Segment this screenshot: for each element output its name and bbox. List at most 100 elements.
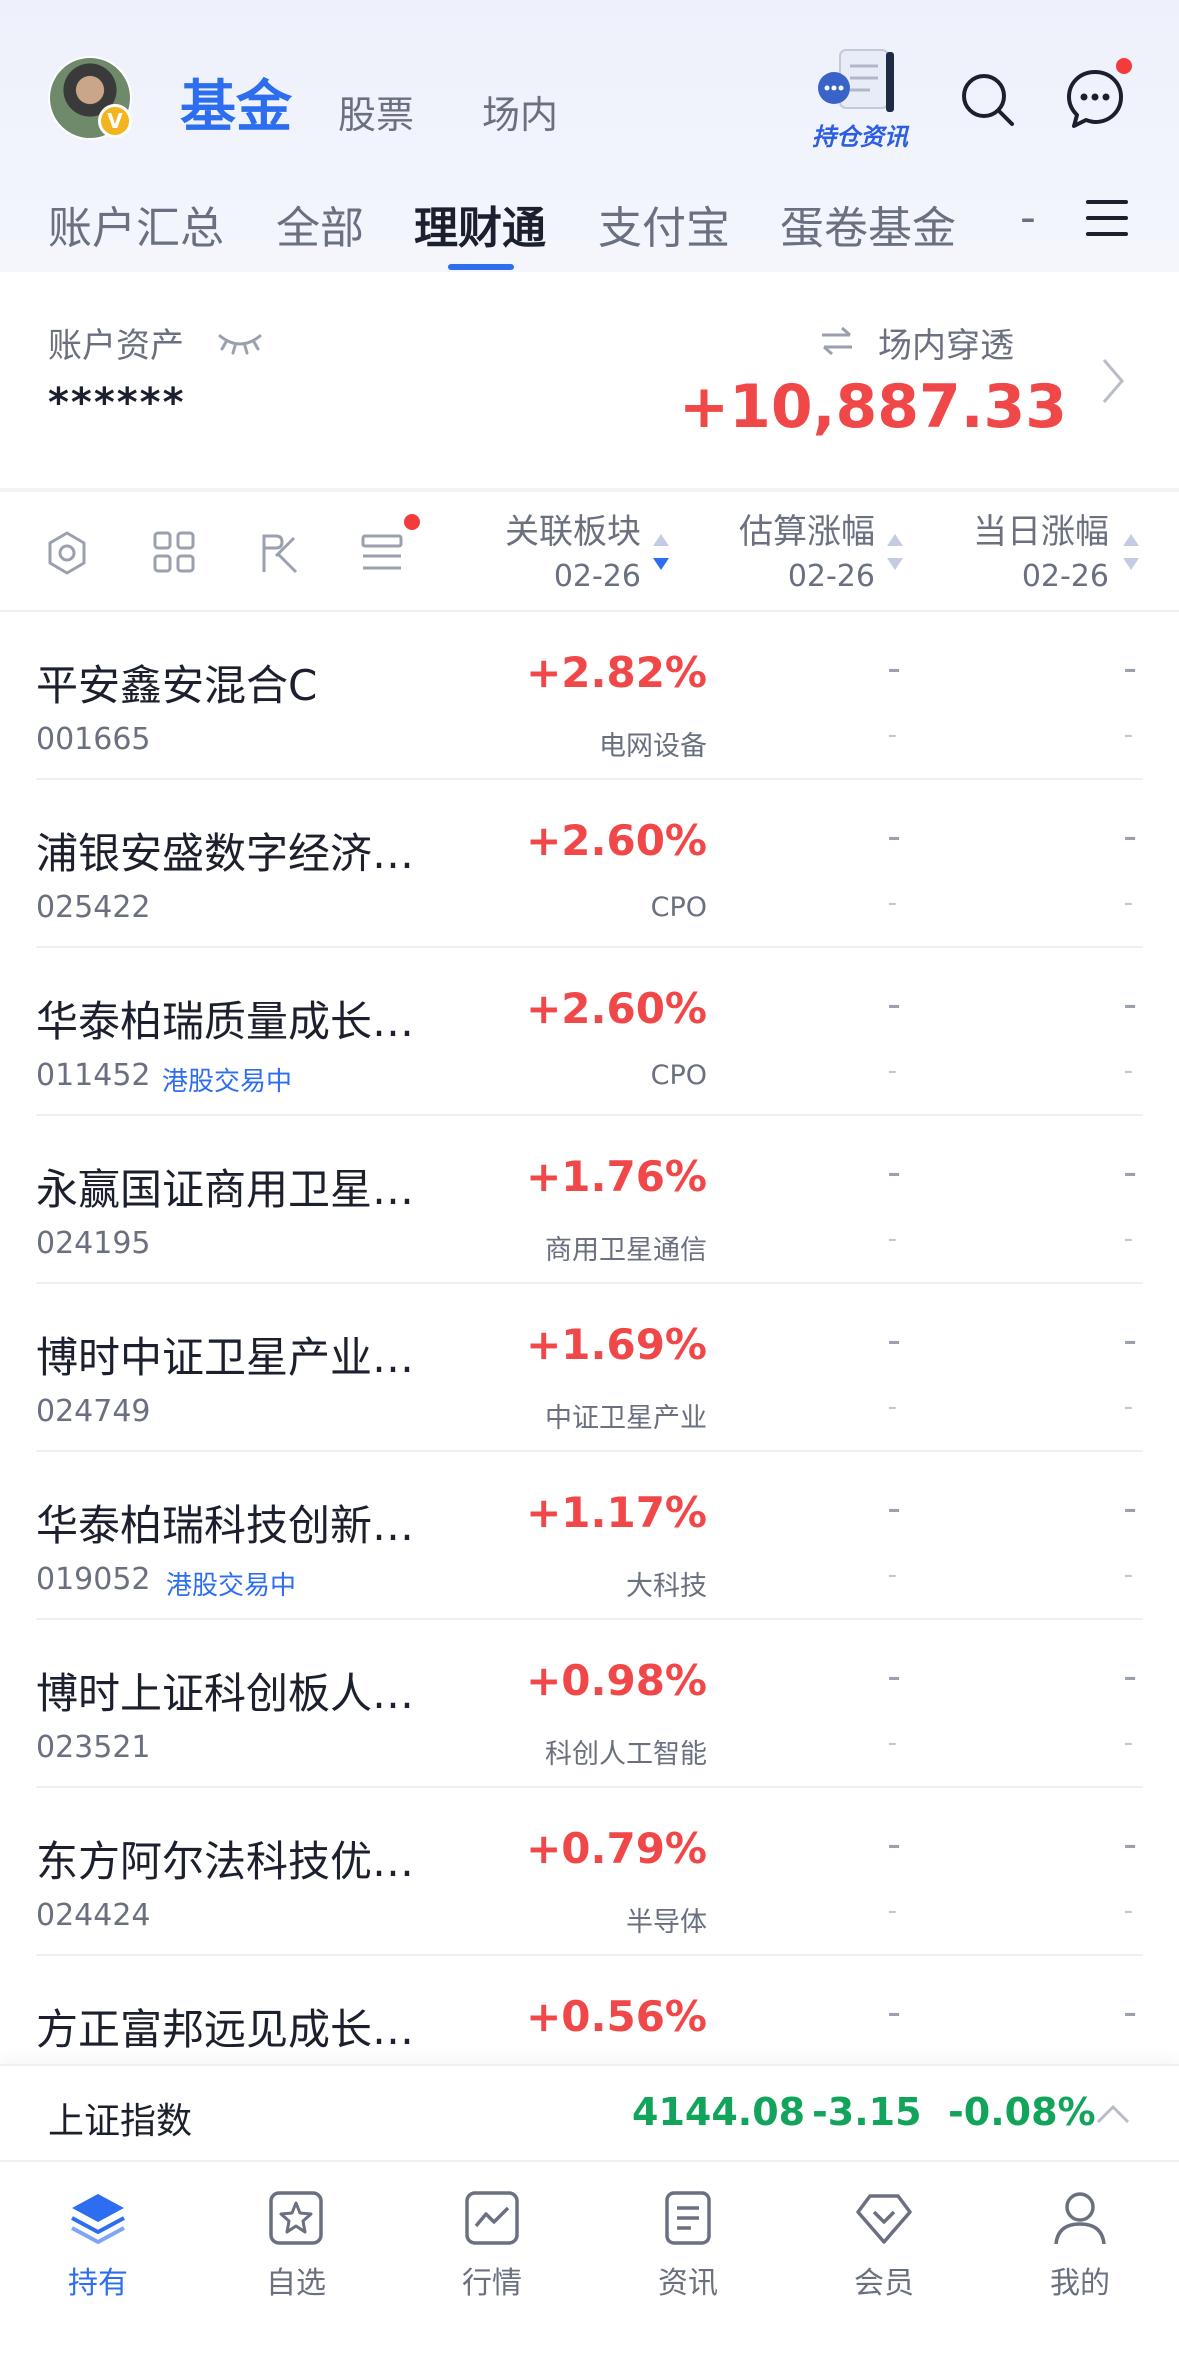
hk-trading-tag: 港股交易中 <box>166 1571 297 1601</box>
subtab-all[interactable]: 全部 <box>276 192 364 256</box>
menu-icon <box>1086 200 1128 236</box>
bottom-nav: 持有 自选 行情 资讯 会员 我的 <box>0 2160 1179 2353</box>
chevron-up-icon[interactable] <box>1094 2102 1132 2126</box>
nav-label: 自选 <box>266 2266 326 2301</box>
estimate-change: - <box>887 814 901 858</box>
daily-sub: - <box>1123 1392 1133 1422</box>
fund-code: 011452 <box>36 1058 151 1093</box>
fund-name: 博时中证卫星产业… <box>36 1333 415 1382</box>
estimate-change: - <box>887 1990 901 2034</box>
daily-change: - <box>1123 1486 1137 1530</box>
holding-news-icon <box>818 49 894 112</box>
estimate-sub: - <box>887 1056 897 1086</box>
table-row[interactable]: 浦银安盛数字经济… 025422 +2.60% CPO - - - - <box>36 780 1143 948</box>
nav-news[interactable]: 资讯 <box>618 2190 758 2302</box>
chart-icon <box>465 2191 519 2245</box>
daily-change: - <box>1123 1990 1137 2034</box>
asset-label: 账户资产 <box>48 326 184 366</box>
table-row[interactable]: 华泰柏瑞科技创新… 019052 港股交易中 +1.17% 大科技 - - - … <box>36 1452 1143 1620</box>
market-index-bar[interactable]: 上证指数 4144.08 -3.15 -0.08% <box>0 2064 1179 2160</box>
daily-change: - <box>1123 1822 1137 1866</box>
daily-sub: - <box>1123 888 1133 918</box>
daily-change: - <box>1123 1654 1137 1698</box>
subtab-licaitong[interactable]: 理财通 <box>414 192 546 256</box>
fund-name: 浦银安盛数字经济… <box>36 829 415 878</box>
sort-icon[interactable] <box>1122 532 1140 572</box>
fund-name: 华泰柏瑞质量成长… <box>36 997 415 1046</box>
nav-profile[interactable]: 我的 <box>1010 2190 1150 2302</box>
table-row[interactable]: 博时中证卫星产业… 024749 +1.69% 中证卫星产业 - - - - <box>36 1284 1143 1452</box>
sector-name: 科创人工智能 <box>545 1739 707 1770</box>
table-row[interactable]: 东方阿尔法科技优… 024424 +0.79% 半导体 - - - - <box>36 1788 1143 1956</box>
sector-change: +2.60% <box>526 984 707 1033</box>
daily-change: - <box>1123 982 1137 1026</box>
nav-label: 我的 <box>1050 2266 1110 2301</box>
subtab-account-summary[interactable]: 账户汇总 <box>48 192 224 256</box>
daily-change: - <box>1123 1318 1137 1362</box>
index-name: 上证指数 <box>48 2101 193 2142</box>
nav-label: 会员 <box>854 2266 914 2301</box>
col-daily-header[interactable]: 当日涨幅 02-26 <box>973 504 1109 594</box>
list-view-dot <box>404 514 420 530</box>
sector-change: +2.60% <box>526 816 707 865</box>
col-estimate-title: 估算涨幅 <box>739 512 875 552</box>
message-button[interactable] <box>1064 68 1126 134</box>
exchange-penetration-value[interactable]: +10,887.33 <box>679 372 1067 442</box>
tab-exchange[interactable]: 场内 <box>482 84 558 139</box>
kline-button[interactable] <box>258 530 300 580</box>
col-estimate-header[interactable]: 估算涨幅 02-26 <box>739 504 875 594</box>
fund-code: 025422 <box>36 890 151 925</box>
sector-change: +0.56% <box>526 1992 707 2041</box>
menu-button[interactable] <box>1086 198 1128 242</box>
subtab-alipay[interactable]: 支付宝 <box>598 192 730 256</box>
sort-desc-icon[interactable] <box>652 532 670 572</box>
nav-holdings[interactable]: 持有 <box>28 2190 168 2302</box>
estimate-sub: - <box>887 1896 897 1926</box>
fund-name: 方正富邦远见成长… <box>36 2005 415 2054</box>
sort-icon[interactable] <box>886 532 904 572</box>
list-view-button[interactable] <box>360 532 404 580</box>
tab-stock[interactable]: 股票 <box>338 84 414 139</box>
penetration-arrow-button[interactable] <box>1100 356 1126 410</box>
tab-fund[interactable]: 基金 <box>180 62 292 143</box>
exchange-penetration-label[interactable]: 场内穿透 <box>878 318 1014 367</box>
fund-name: 博时上证科创板人… <box>36 1669 415 1718</box>
nav-watchlist[interactable]: 自选 <box>226 2190 366 2302</box>
eye-closed-icon <box>218 334 262 355</box>
settings-button[interactable] <box>44 530 90 580</box>
daily-sub: - <box>1123 1560 1133 1590</box>
estimate-change: - <box>887 646 901 690</box>
daily-sub: - <box>1123 1224 1133 1254</box>
daily-sub: - <box>1123 1728 1133 1758</box>
list-toolbar: 关联板块 02-26 估算涨幅 02-26 当日涨幅 02-26 <box>0 492 1179 612</box>
table-row[interactable]: 平安鑫安混合C 001665 +2.82% 电网设备 - - - - <box>36 612 1143 780</box>
holding-news-button[interactable]: 持仓资讯 <box>804 44 916 152</box>
estimate-sub: - <box>887 720 897 750</box>
fund-code: 024749 <box>36 1394 151 1429</box>
estimate-change: - <box>887 1150 901 1194</box>
sector-change: +0.98% <box>526 1656 707 1705</box>
table-row[interactable]: 华泰柏瑞质量成长… 011452 港股交易中 +2.60% CPO - - - … <box>36 948 1143 1116</box>
fund-name: 永赢国证商用卫星… <box>36 1165 415 1214</box>
estimate-change: - <box>887 1318 901 1362</box>
fund-code: 024195 <box>36 1226 151 1261</box>
table-row[interactable]: 博时上证科创板人… 023521 +0.98% 科创人工智能 - - - - <box>36 1620 1143 1788</box>
estimate-change: - <box>887 982 901 1026</box>
daily-sub: - <box>1123 1896 1133 1926</box>
hide-amount-button[interactable] <box>216 330 264 360</box>
table-row[interactable]: 永赢国证商用卫星… 024195 +1.76% 商用卫星通信 - - - - <box>36 1116 1143 1284</box>
active-subtab-indicator <box>448 264 514 270</box>
swap-icon <box>822 326 852 356</box>
search-icon <box>962 74 1014 126</box>
nav-market[interactable]: 行情 <box>422 2190 562 2302</box>
index-value: 4144.08 <box>632 2090 806 2134</box>
subtab-more[interactable]: - <box>1020 192 1036 243</box>
message-icon <box>1067 70 1123 128</box>
col-sector-header[interactable]: 关联板块 02-26 <box>505 504 641 594</box>
sector-name: 商用卫星通信 <box>545 1235 707 1266</box>
nav-member[interactable]: 会员 <box>814 2190 954 2302</box>
search-button[interactable] <box>958 70 1018 134</box>
subtab-danjuan[interactable]: 蛋卷基金 <box>780 192 956 256</box>
grid-view-button[interactable] <box>152 530 196 578</box>
swap-icon-wrap <box>818 324 856 362</box>
